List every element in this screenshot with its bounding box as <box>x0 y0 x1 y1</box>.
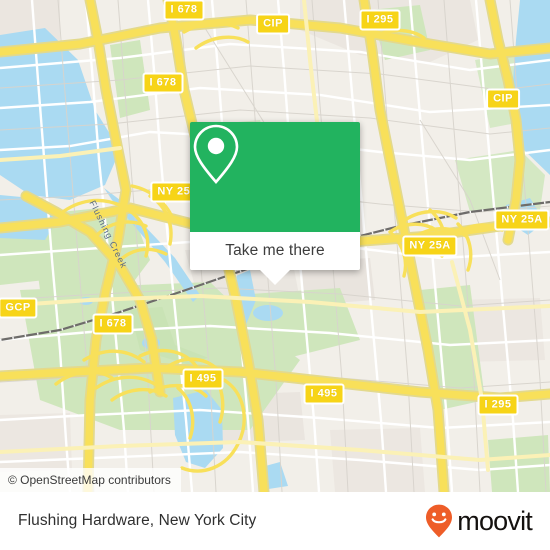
highway-shield-cip-east[interactable]: CIP <box>486 88 520 110</box>
moovit-map-screenshot: Flushing Creek I 678 CIP I 295 I 678 CIP… <box>0 0 550 550</box>
highway-shield-i678-south[interactable]: I 678 <box>92 313 134 335</box>
highway-shield-i678-north[interactable]: I 678 <box>163 0 205 21</box>
map-pin-icon <box>193 124 239 184</box>
take-me-there-label: Take me there <box>225 242 325 259</box>
highway-shield-cip-north[interactable]: CIP <box>256 13 290 35</box>
moovit-pin-smiley-icon <box>426 504 453 538</box>
callout-marker-area <box>190 122 360 232</box>
callout-action-area[interactable]: Take me there <box>190 232 360 285</box>
highway-shield-i678-west[interactable]: I 678 <box>142 72 184 94</box>
highway-shield-i295-south[interactable]: I 295 <box>477 394 519 416</box>
highway-shield-i495-west[interactable]: I 495 <box>182 368 224 390</box>
highway-shield-ny25a-mid[interactable]: NY 25A <box>402 235 458 257</box>
place-title: Flushing Hardware, New York City <box>18 512 257 529</box>
highway-shield-gcp[interactable]: GCP <box>0 297 38 319</box>
highway-shield-i295-north[interactable]: I 295 <box>359 9 401 31</box>
highway-shield-ny25a-east[interactable]: NY 25A <box>494 209 550 231</box>
location-callout-card[interactable]: Take me there <box>190 122 360 285</box>
footer-bar: Flushing Hardware, New York City moovit <box>0 492 550 550</box>
moovit-wordmark: moovit <box>457 505 533 536</box>
map-canvas[interactable]: Flushing Creek I 678 CIP I 295 I 678 CIP… <box>0 0 550 492</box>
callout-pointer <box>260 270 290 285</box>
osm-attribution[interactable]: © OpenStreetMap contributors <box>0 468 181 492</box>
highway-shield-i495-east[interactable]: I 495 <box>303 383 345 405</box>
moovit-brand[interactable]: moovit <box>424 503 533 539</box>
